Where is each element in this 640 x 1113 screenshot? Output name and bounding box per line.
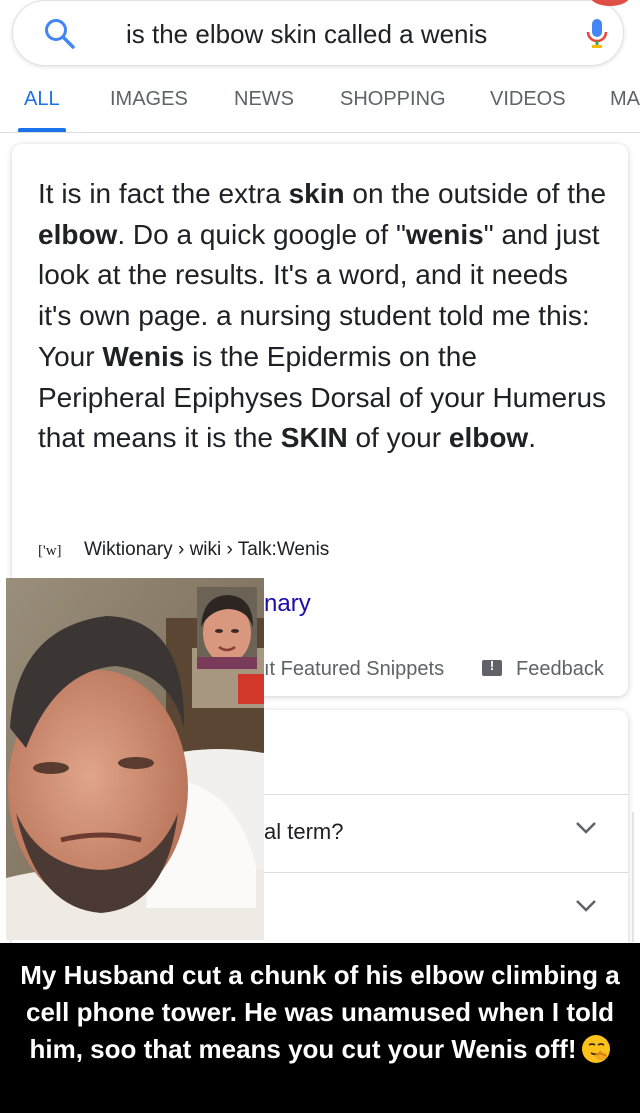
feedback-button[interactable]: Feedback: [482, 658, 604, 681]
feedback-label: Feedback: [516, 658, 604, 680]
snippet-segment: .: [528, 422, 536, 454]
active-tab-indicator: [18, 128, 66, 132]
divider: [632, 812, 634, 942]
chevron-down-icon[interactable]: [575, 899, 597, 913]
meme-caption: My Husband cut a chunk of his elbow clim…: [0, 943, 640, 1113]
snippet-segment: . Do a quick google of ": [117, 218, 406, 250]
paa-question: al term?: [264, 819, 344, 844]
search-tabs: ALL IMAGES NEWS SHOPPING VIDEOS MA: [0, 84, 640, 133]
tab-all[interactable]: ALL: [24, 88, 60, 111]
snippet-segment: on the outside of the: [344, 178, 607, 209]
caption-text: My Husband cut a chunk of his elbow clim…: [10, 957, 630, 1068]
wiktionary-favicon-icon: ['w]: [38, 543, 62, 559]
snippet-highlight: SKIN: [280, 422, 348, 454]
search-bar[interactable]: is the elbow skin called a wenis: [12, 0, 624, 66]
source-breadcrumb-row[interactable]: ['w] Wiktionary › wiki › Talk:Wenis: [38, 539, 329, 561]
snippet-highlight: elbow: [448, 422, 529, 454]
facetime-self-view-photo: [197, 587, 257, 669]
source-breadcrumb[interactable]: Wiktionary › wiki › Talk:Wenis: [84, 539, 329, 560]
smirking-face-emoji-icon: [581, 1035, 610, 1063]
snippet-segment: It is in fact the extra: [38, 178, 289, 209]
tab-videos[interactable]: VIDEOS: [490, 88, 566, 111]
snippet-highlight: skin: [288, 178, 345, 209]
tab-images[interactable]: IMAGES: [110, 88, 188, 111]
search-input[interactable]: is the elbow skin called a wenis: [126, 19, 487, 50]
snippet-segment: of your: [347, 422, 449, 454]
source-title-link[interactable]: nary: [264, 590, 311, 618]
about-featured-snippets-link[interactable]: ıt Featured Snippets: [264, 658, 444, 681]
feedback-icon: [482, 658, 502, 676]
tab-maps[interactable]: MA: [610, 88, 640, 111]
chevron-down-icon[interactable]: [575, 821, 597, 835]
caption-text-content: My Husband cut a chunk of his elbow clim…: [20, 960, 620, 1064]
tab-news[interactable]: NEWS: [234, 88, 294, 111]
snippet-highlight: Wenis: [102, 340, 185, 372]
snippet-text: It is in fact the extra skin on the outs…: [38, 174, 608, 459]
snippet-highlight: elbow: [38, 218, 118, 250]
search-icon[interactable]: [43, 17, 77, 51]
snippet-highlight: wenis: [405, 218, 484, 250]
tab-shopping[interactable]: SHOPPING: [340, 88, 446, 111]
microphone-icon[interactable]: [585, 17, 609, 51]
